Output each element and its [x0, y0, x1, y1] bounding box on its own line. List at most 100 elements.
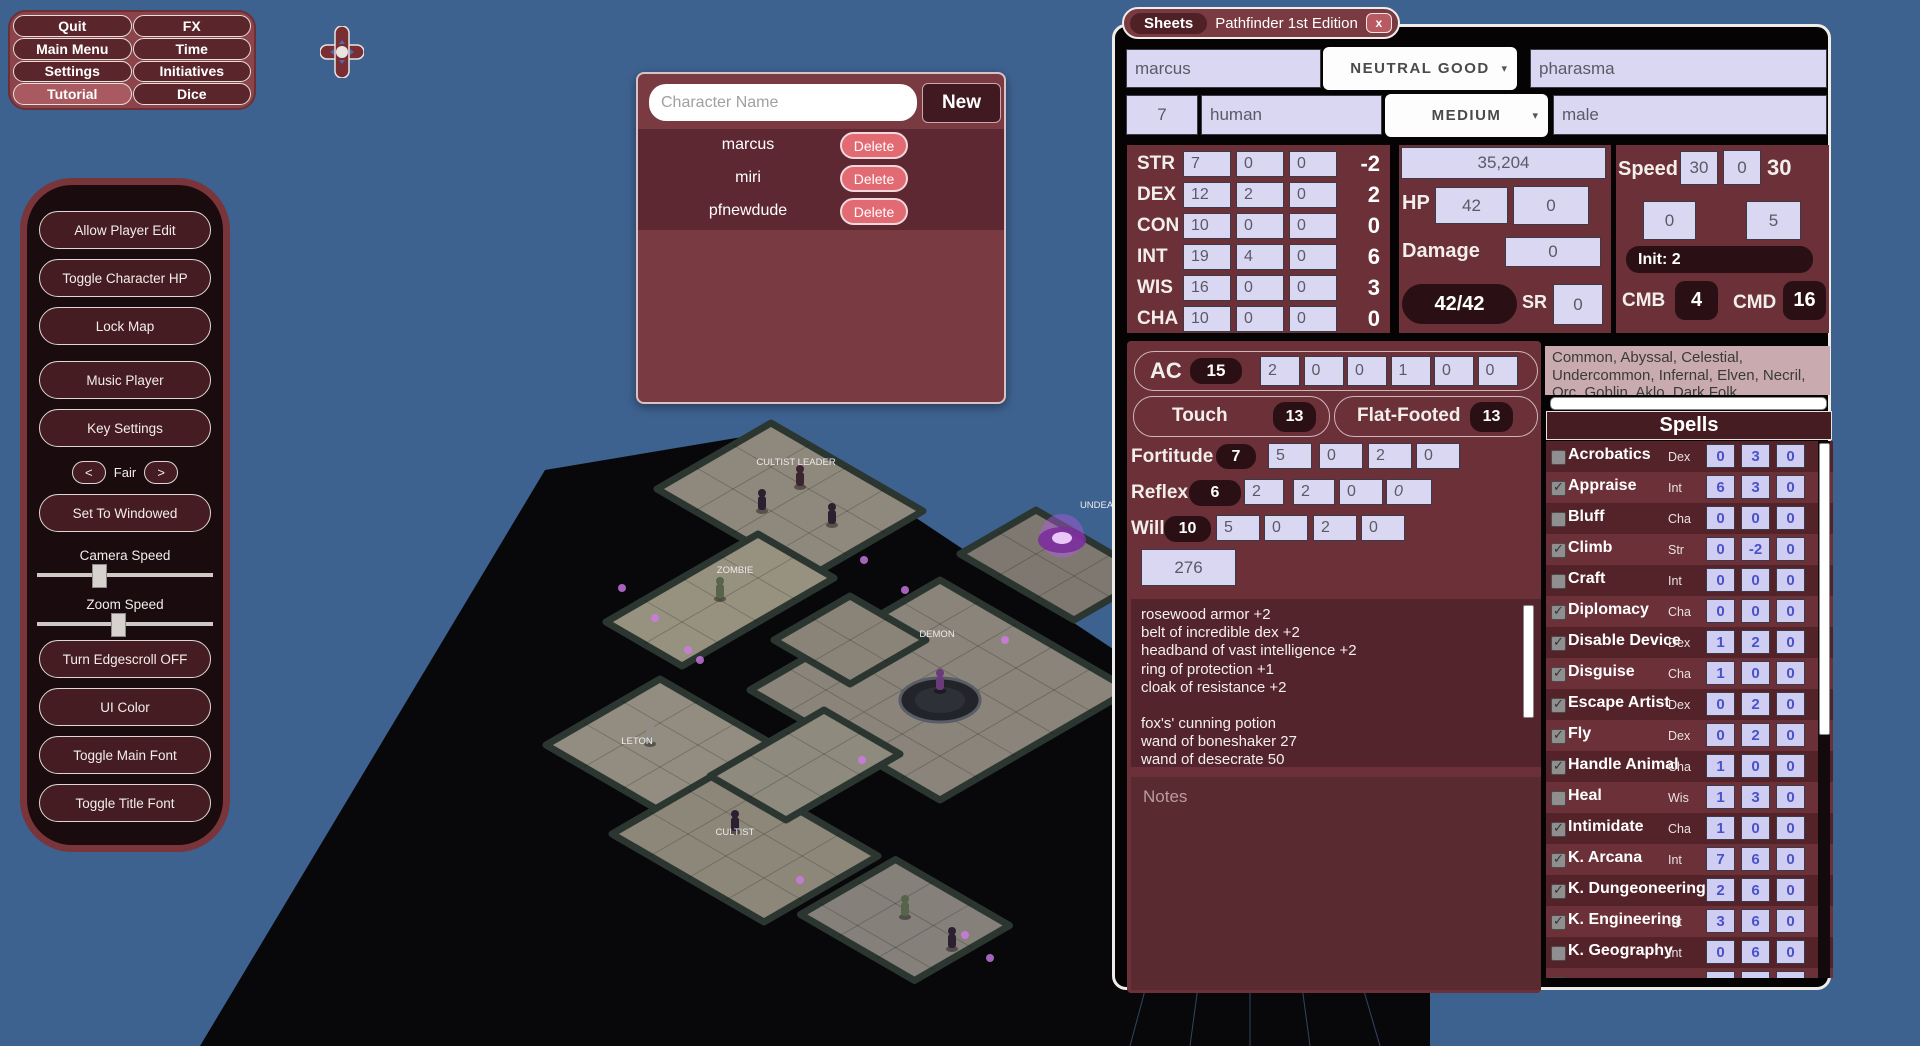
skill-value-field[interactable]: 0: [1776, 475, 1805, 499]
alignment-dropdown[interactable]: NEUTRAL GOOD ▾: [1323, 47, 1517, 90]
menu-mainmenu-button[interactable]: Main Menu: [13, 38, 132, 60]
character-name-input[interactable]: [649, 84, 917, 121]
will-field[interactable]: 5: [1216, 515, 1260, 541]
menu-dice-button[interactable]: Dice: [133, 83, 252, 105]
damage-field[interactable]: 0: [1505, 237, 1601, 267]
gender-field[interactable]: male: [1553, 95, 1827, 135]
level-field[interactable]: 7: [1126, 95, 1198, 135]
skill-value-field[interactable]: 0: [1776, 878, 1805, 902]
ac-field[interactable]: 0: [1304, 356, 1344, 386]
skill-value-field[interactable]: 0: [1776, 444, 1805, 468]
size-dropdown[interactable]: MEDIUM ▾: [1385, 94, 1548, 137]
speed-armor-field[interactable]: 0: [1643, 201, 1696, 240]
skill-checkbox[interactable]: ✓: [1551, 605, 1566, 620]
skill-value-field[interactable]: 0: [1706, 444, 1735, 468]
reflex-field[interactable]: 2: [1293, 479, 1335, 505]
skill-checkbox[interactable]: ✓: [1551, 667, 1566, 682]
skill-value-field[interactable]: 1: [1706, 785, 1735, 809]
lock-map-button[interactable]: Lock Map: [39, 307, 211, 345]
ac-field[interactable]: 2: [1260, 356, 1300, 386]
ability-misc-field[interactable]: 0: [1289, 306, 1337, 332]
skill-checkbox[interactable]: ✓: [1551, 791, 1566, 806]
skill-value-field[interactable]: 0: [1776, 816, 1805, 840]
skill-value-field[interactable]: 3: [1741, 785, 1770, 809]
skill-value-field[interactable]: 6: [1741, 847, 1770, 871]
fortitude-field[interactable]: 5: [1268, 443, 1312, 469]
skill-value-field[interactable]: -2: [1741, 537, 1770, 561]
skill-checkbox[interactable]: ✓: [1551, 915, 1566, 930]
menu-tutorial-button[interactable]: Tutorial: [13, 83, 132, 105]
skill-value-field[interactable]: 0: [1776, 692, 1805, 716]
allow-player-edit-button[interactable]: Allow Player Edit: [39, 211, 211, 249]
notes-textarea[interactable]: Notes: [1131, 777, 1541, 990]
skill-value-field[interactable]: 0: [1706, 568, 1735, 592]
ability-misc-field[interactable]: 0: [1289, 213, 1337, 239]
set-to-windowed-button[interactable]: Set To Windowed: [39, 494, 211, 532]
skill-value-field[interactable]: 0: [1776, 506, 1805, 530]
skill-value-field[interactable]: 2: [1741, 692, 1770, 716]
skill-checkbox[interactable]: ✓: [1551, 884, 1566, 899]
ability-misc-field[interactable]: 0: [1289, 275, 1337, 301]
toggle-title-font-button[interactable]: Toggle Title Font: [39, 784, 211, 822]
ability-score-field[interactable]: 12: [1183, 182, 1231, 208]
ability-misc-field[interactable]: 0: [1289, 244, 1337, 270]
close-sheet-button[interactable]: x: [1366, 13, 1392, 33]
skill-value-field[interactable]: 0: [1706, 537, 1735, 561]
ability-bonus-field[interactable]: 2: [1236, 182, 1284, 208]
will-field[interactable]: 0: [1361, 515, 1405, 541]
reflex-field[interactable]: 0: [1339, 479, 1383, 505]
skill-value-field[interactable]: 3: [1741, 475, 1770, 499]
will-field[interactable]: 0: [1264, 515, 1308, 541]
skill-value-field[interactable]: 0: [1706, 940, 1735, 964]
skill-value-field[interactable]: 3: [1706, 909, 1735, 933]
skill-value-field[interactable]: 6: [1741, 940, 1770, 964]
skill-value-field[interactable]: 0: [1776, 754, 1805, 778]
skill-value-field[interactable]: [1706, 971, 1735, 978]
spells-button[interactable]: Spells: [1546, 411, 1832, 440]
ac-field[interactable]: 0: [1434, 356, 1474, 386]
camera-speed-slider[interactable]: [37, 573, 213, 577]
skill-value-field[interactable]: 0: [1776, 940, 1805, 964]
skill-checkbox[interactable]: ✓: [1551, 481, 1566, 496]
hp-current-field[interactable]: 42: [1435, 187, 1508, 224]
ability-score-field[interactable]: 10: [1183, 213, 1231, 239]
ability-bonus-field[interactable]: 0: [1236, 306, 1284, 332]
skill-checkbox[interactable]: ✓: [1551, 946, 1566, 961]
skill-value-field[interactable]: 2: [1741, 630, 1770, 654]
skill-value-field[interactable]: 0: [1776, 599, 1805, 623]
items-textarea[interactable]: rosewood armor +2belt of incredible dex …: [1131, 599, 1541, 767]
skill-checkbox[interactable]: ✓: [1551, 574, 1566, 589]
ability-score-field[interactable]: 19: [1183, 244, 1231, 270]
menu-fx-button[interactable]: FX: [133, 15, 252, 37]
deity-field[interactable]: pharasma: [1530, 49, 1827, 88]
ability-score-field[interactable]: 10: [1183, 306, 1231, 332]
menu-settings-button[interactable]: Settings: [13, 61, 132, 83]
key-settings-button[interactable]: Key Settings: [39, 409, 211, 447]
skill-value-field[interactable]: 2: [1741, 723, 1770, 747]
speed-misc-field[interactable]: 0: [1723, 150, 1761, 185]
sr-field[interactable]: 0: [1553, 284, 1603, 325]
delete-character-button[interactable]: Delete: [840, 132, 908, 159]
skill-value-field[interactable]: 0: [1776, 630, 1805, 654]
xp-field[interactable]: 35,204: [1401, 147, 1606, 179]
skill-value-field[interactable]: 0: [1741, 568, 1770, 592]
edgescroll-button[interactable]: Turn Edgescroll OFF: [39, 640, 211, 678]
skill-value-field[interactable]: 2: [1706, 878, 1735, 902]
stepper-next-button[interactable]: >: [144, 461, 178, 484]
toggle-main-font-button[interactable]: Toggle Main Font: [39, 736, 211, 774]
skill-checkbox[interactable]: ✓: [1551, 543, 1566, 558]
skill-value-field[interactable]: 0: [1706, 723, 1735, 747]
skill-value-field[interactable]: 0: [1776, 537, 1805, 561]
skill-value-field[interactable]: 6: [1741, 909, 1770, 933]
name-field[interactable]: marcus: [1126, 49, 1321, 88]
ability-score-field[interactable]: 16: [1183, 275, 1231, 301]
skill-checkbox[interactable]: ✓: [1551, 636, 1566, 651]
skill-value-field[interactable]: 0: [1741, 599, 1770, 623]
speed-run-field[interactable]: 5: [1746, 201, 1801, 240]
skill-value-field[interactable]: 1: [1706, 816, 1735, 840]
menu-quit-button[interactable]: Quit: [13, 15, 132, 37]
will-field[interactable]: 2: [1313, 515, 1357, 541]
skill-checkbox[interactable]: ✓: [1551, 698, 1566, 713]
ac-field[interactable]: 0: [1478, 356, 1518, 386]
skill-checkbox[interactable]: ✓: [1551, 450, 1566, 465]
